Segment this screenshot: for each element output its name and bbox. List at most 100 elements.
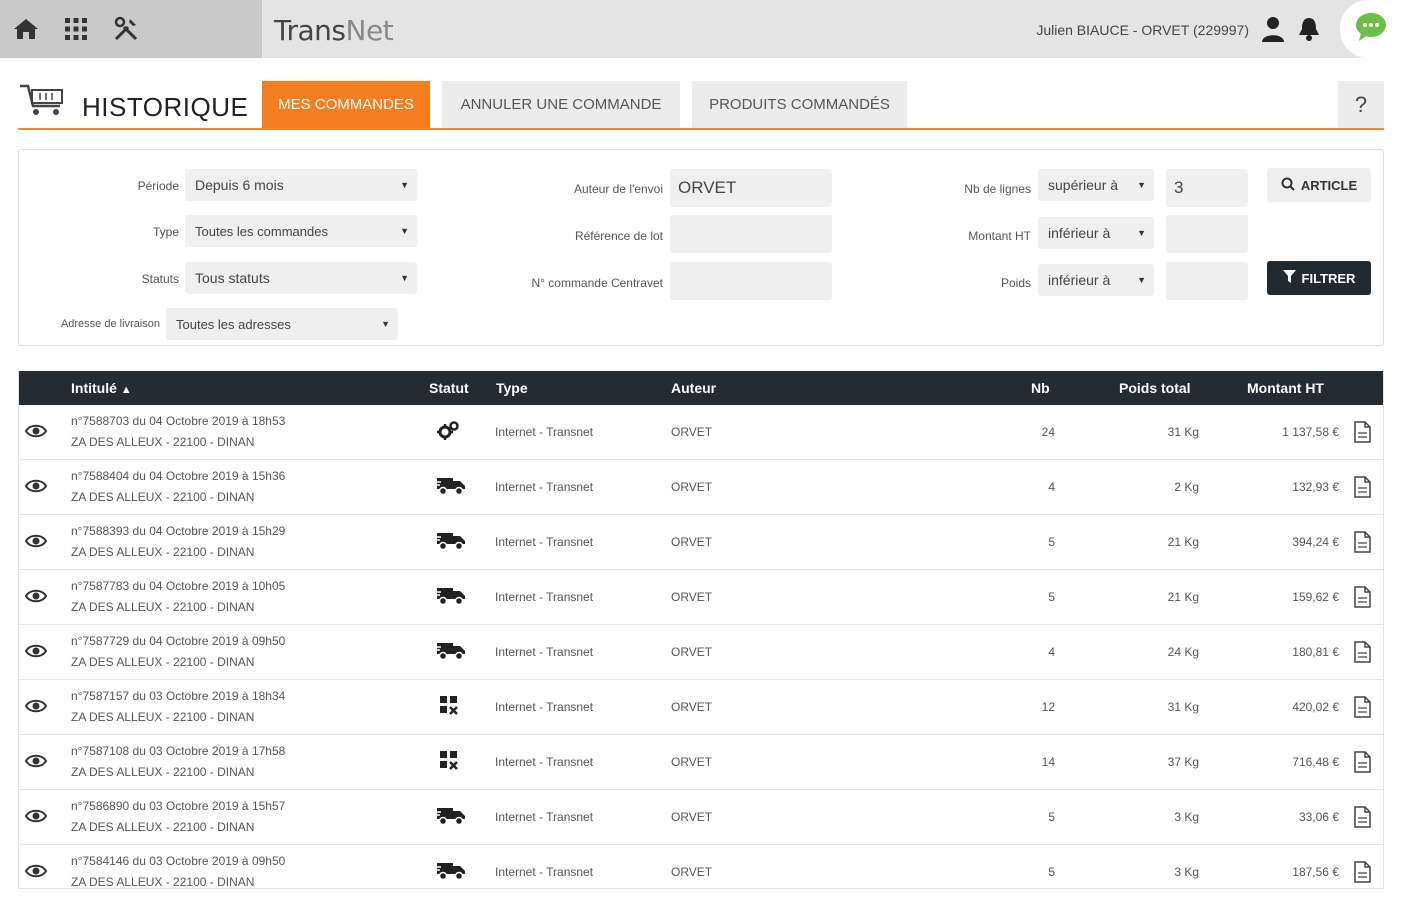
adresse-label: Adresse de livraison [60,318,160,330]
periode-select[interactable]: Depuis 6 mois ▼ [185,169,417,201]
order-auteur: ORVET [671,425,713,439]
montant-label: Montant HT [968,229,1031,243]
view-eye-icon[interactable] [24,753,48,774]
nblignes-input[interactable]: 3 [1166,169,1248,207]
col-auteur[interactable]: Auteur [671,380,716,396]
order-type: Internet - Transnet [495,810,594,824]
order-type: Internet - Transnet [495,480,594,494]
user-icon[interactable] [1260,15,1286,48]
apps-grid-icon[interactable] [62,15,90,43]
statuts-select[interactable]: Tous statuts ▼ [185,262,417,294]
type-select[interactable]: Toutes les commandes ▼ [185,215,417,247]
document-icon[interactable] [1353,531,1371,558]
order-poids: 24 Kg [1167,645,1199,659]
poids-input[interactable] [1166,262,1248,300]
view-eye-icon[interactable] [24,533,48,554]
reference-input[interactable] [670,215,832,253]
view-eye-icon[interactable] [24,698,48,719]
table-row[interactable]: n°7587729 du 04 Octobre 2019 à 09h50 ZA D… [19,625,1383,680]
home-icon[interactable] [12,15,40,43]
statuts-label: Statuts [141,272,179,286]
truck-icon [435,859,467,886]
search-icon [1281,177,1295,194]
order-type: Internet - Transnet [495,535,594,549]
document-icon[interactable] [1353,696,1371,723]
chat-button[interactable] [1340,0,1401,58]
order-type: Internet - Transnet [495,590,594,604]
view-eye-icon[interactable] [24,643,48,664]
orders-table: Intitulé ▲ Statut Type Auteur Nb Poids t… [18,371,1384,889]
document-icon[interactable] [1353,476,1371,503]
table-row[interactable]: n°7587108 du 03 Octobre 2019 à 17h58 ZA D… [19,735,1383,790]
tools-icon[interactable] [112,15,140,43]
order-type: Internet - Transnet [495,645,594,659]
order-title: n°7584146 du 03 Octobre 2019 à 09h50 [71,854,286,868]
filter-button[interactable]: FILTRER [1267,261,1371,295]
order-montant: 33,06 € [1298,810,1339,824]
view-eye-icon[interactable] [24,863,48,884]
order-montant: 716,48 € [1292,755,1339,769]
order-auteur: ORVET [671,480,713,494]
table-row[interactable]: n°7587157 du 03 Octobre 2019 à 18h34 ZA D… [19,680,1383,735]
chevron-down-icon: ▼ [381,319,390,329]
order-nb: 5 [1048,590,1055,604]
col-statut[interactable]: Statut [429,380,469,396]
tab-annuler-commande[interactable]: ANNULER UNE COMMANDE [442,81,680,128]
periode-value: Depuis 6 mois [195,177,284,193]
tab-mes-commandes[interactable]: MES COMMANDES [262,81,430,128]
poids-operator-select[interactable]: inférieur à ▼ [1038,264,1154,296]
col-poids[interactable]: Poids total [1119,380,1191,396]
col-montant[interactable]: Montant HT [1247,380,1324,396]
tab-produits-commandes[interactable]: PRODUITS COMMANDÉS [692,81,907,128]
col-type[interactable]: Type [496,380,528,396]
document-icon[interactable] [1353,861,1371,888]
nblignes-label: Nb de lignes [964,182,1031,196]
col-nb[interactable]: Nb [1031,380,1050,396]
commande-input[interactable] [670,262,832,300]
commande-label: N° commande Centravet [531,276,663,290]
document-icon[interactable] [1353,806,1371,833]
col-intitule-label: Intitulé [71,380,117,396]
user-name[interactable]: Julien BIAUCE - ORVET (229997) [1036,22,1249,38]
auteur-input[interactable]: ORVET [670,169,832,207]
help-button[interactable]: ? [1338,81,1384,128]
order-type: Internet - Transnet [495,865,594,879]
nblignes-operator-select[interactable]: supérieur à ▼ [1038,169,1154,201]
col-intitule[interactable]: Intitulé ▲ [71,380,132,396]
table-row[interactable]: n°7588703 du 04 Octobre 2019 à 18h53 ZA D… [19,405,1383,460]
document-icon[interactable] [1353,751,1371,778]
table-row[interactable]: n°7584146 du 03 Octobre 2019 à 09h50 ZA D… [19,845,1383,888]
order-address: ZA DES ALLEUX - 22100 - DINAN [71,710,255,724]
nblignes-operator: supérieur à [1048,177,1119,193]
type-value: Toutes les commandes [195,223,328,239]
app-logo: TransNet [274,14,394,47]
order-auteur: ORVET [671,865,713,879]
document-icon[interactable] [1353,421,1371,448]
table-row[interactable]: n°7586890 du 03 Octobre 2019 à 15h57 ZA D… [19,790,1383,845]
chevron-down-icon: ▼ [1137,228,1146,238]
filter-icon [1282,270,1296,286]
order-montant: 1 137,58 € [1282,425,1339,439]
poids-operator: inférieur à [1048,272,1111,288]
montant-operator-select[interactable]: inférieur à ▼ [1038,217,1154,249]
view-eye-icon[interactable] [24,478,48,499]
table-row[interactable]: n°7588393 du 04 Octobre 2019 à 15h29 ZA D… [19,515,1383,570]
table-row[interactable]: n°7588404 du 04 Octobre 2019 à 15h36 ZA D… [19,460,1383,515]
truck-icon [435,804,467,831]
order-montant: 180,81 € [1292,645,1339,659]
top-nav-icons [0,0,262,58]
document-icon[interactable] [1353,586,1371,613]
view-eye-icon[interactable] [24,808,48,829]
article-button[interactable]: ARTICLE [1267,168,1371,202]
table-row[interactable]: n°7587783 du 04 Octobre 2019 à 10h05 ZA D… [19,570,1383,625]
order-address: ZA DES ALLEUX - 22100 - DINAN [71,655,255,669]
order-title: n°7587783 du 04 Octobre 2019 à 10h05 [71,579,286,593]
document-icon[interactable] [1353,641,1371,668]
adresse-select[interactable]: Toutes les adresses ▼ [166,308,398,340]
page-header: HISTORIQUE MES COMMANDES ANNULER UNE COM… [18,78,1384,130]
bell-icon[interactable] [1296,15,1322,48]
view-eye-icon[interactable] [24,588,48,609]
view-eye-icon[interactable] [24,423,48,444]
montant-input[interactable] [1166,215,1248,253]
page-title: HISTORIQUE [82,92,249,122]
